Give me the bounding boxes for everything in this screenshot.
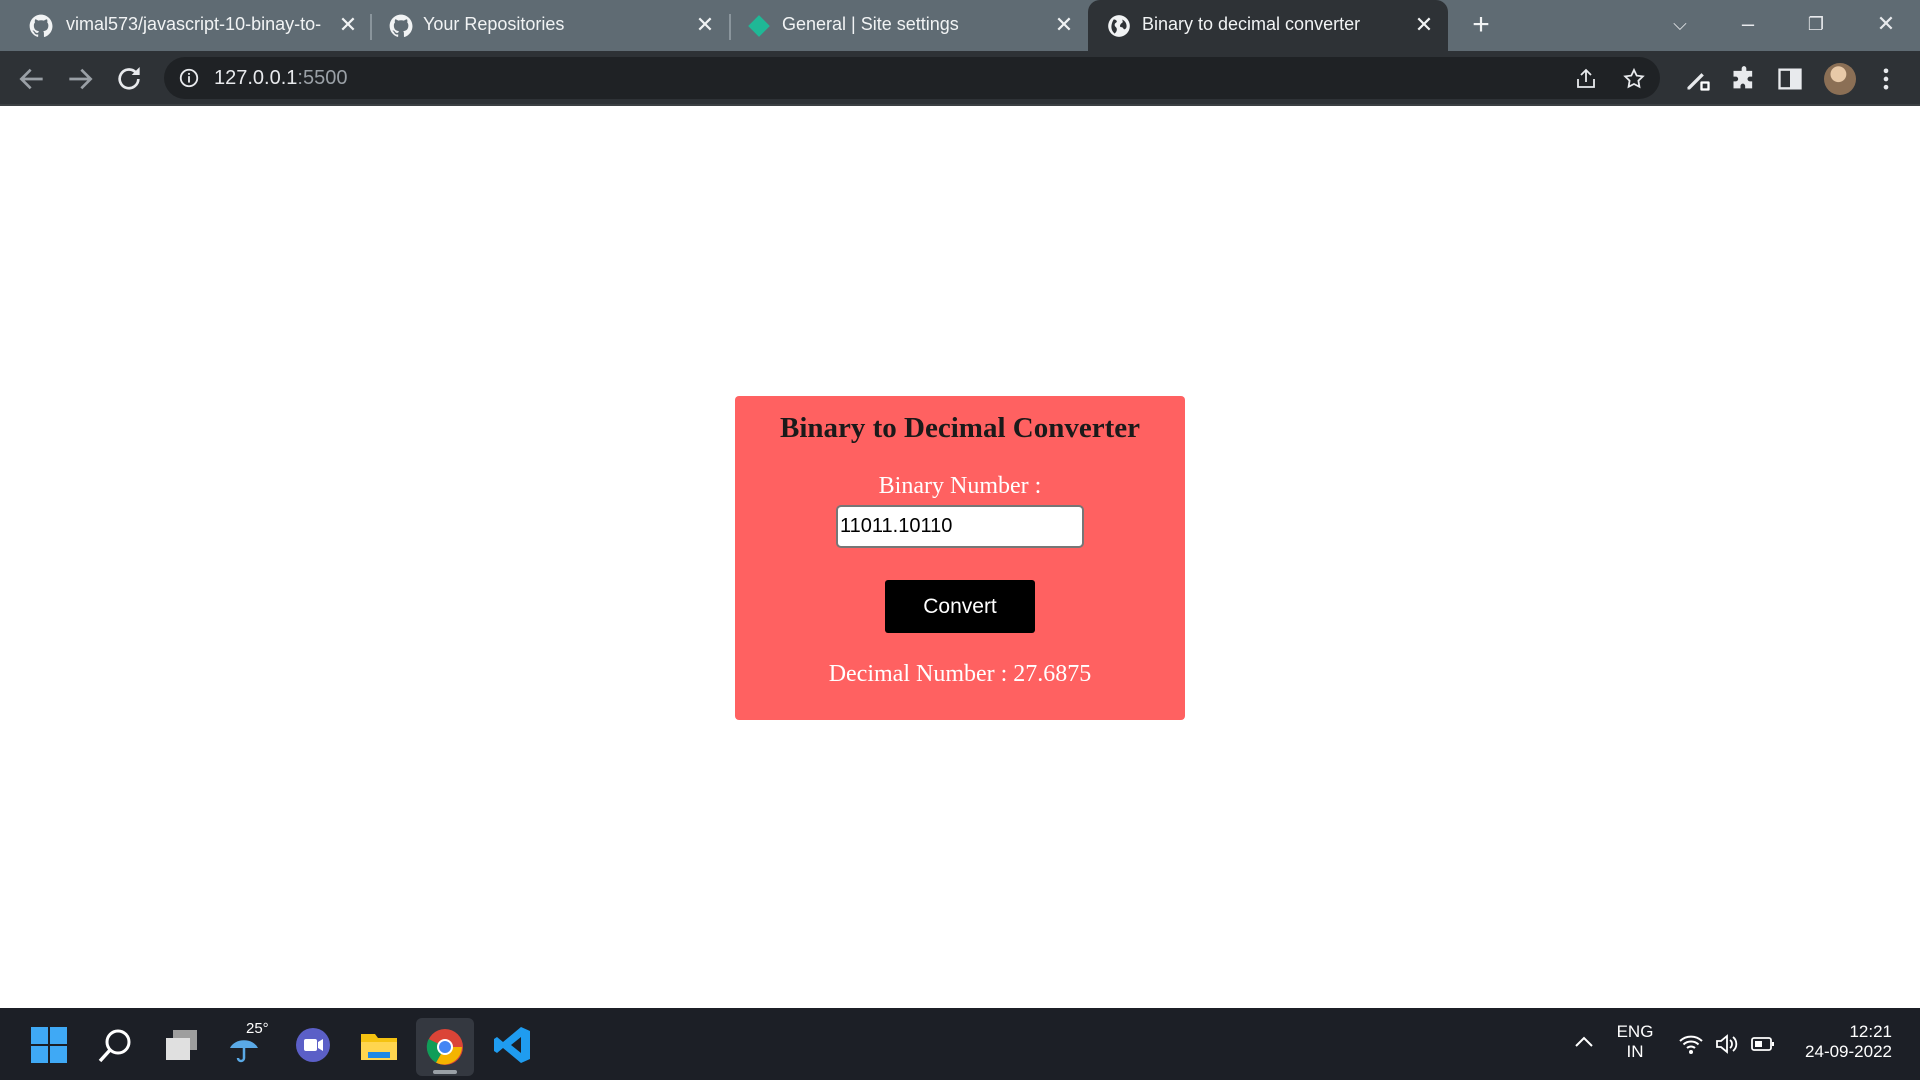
diamond-icon bbox=[748, 15, 770, 37]
chrome-icon bbox=[426, 1029, 463, 1065]
tab-your-repositories[interactable]: Your Repositories ✕ bbox=[360, 0, 720, 51]
restore-button[interactable]: ❐ bbox=[1798, 8, 1834, 40]
url-text[interactable]: 127.0.0.1:5500 bbox=[214, 67, 347, 90]
side-panel-icon[interactable] bbox=[1776, 65, 1804, 93]
info-icon[interactable] bbox=[178, 67, 200, 89]
back-button[interactable] bbox=[16, 63, 48, 95]
windows-start-icon[interactable] bbox=[28, 1024, 70, 1066]
browser-toolbar: 127.0.0.1:5500 bbox=[0, 51, 1920, 106]
task-view-icon[interactable] bbox=[161, 1024, 203, 1066]
convert-button[interactable]: Convert bbox=[885, 580, 1035, 633]
converter-title: Binary to Decimal Converter bbox=[780, 412, 1140, 444]
volume-icon[interactable] bbox=[1714, 1032, 1740, 1056]
binary-number-label: Binary Number : bbox=[878, 473, 1042, 499]
share-icon[interactable] bbox=[1574, 67, 1598, 91]
vscode-icon[interactable] bbox=[491, 1024, 533, 1066]
weather-temp: 25° bbox=[246, 1020, 269, 1037]
clock-time: 12:21 bbox=[1849, 1022, 1892, 1041]
tab-title: General | Site settings bbox=[782, 14, 959, 34]
tab-site-settings[interactable]: General | Site settings ✕ bbox=[720, 0, 1088, 51]
edit-pen-icon[interactable] bbox=[1684, 65, 1712, 93]
taskbar: 25° ENG IN 12:21 24-09-2022 bbox=[0, 1008, 1920, 1080]
clock-date: 24-09-2022 bbox=[1805, 1042, 1892, 1061]
chrome-taskbar-button[interactable] bbox=[416, 1018, 474, 1076]
minimize-button[interactable]: – bbox=[1730, 8, 1766, 40]
new-tab-button[interactable]: + bbox=[1466, 10, 1496, 40]
region-code: IN bbox=[1626, 1042, 1644, 1061]
tab-github-repo[interactable]: vimal573/javascript-10-binay-to- ✕ bbox=[0, 0, 360, 51]
tab-binary-converter[interactable]: Binary to decimal converter ✕ bbox=[1088, 0, 1448, 51]
more-menu-icon[interactable] bbox=[1876, 65, 1896, 93]
close-icon[interactable]: ✕ bbox=[336, 13, 360, 37]
binary-number-input[interactable] bbox=[836, 505, 1084, 548]
close-icon[interactable]: ✕ bbox=[1412, 13, 1436, 37]
tab-strip: vimal573/javascript-10-binay-to- ✕ Your … bbox=[0, 0, 1920, 51]
tab-search-chevron-icon[interactable]: ⌵ bbox=[1662, 8, 1698, 40]
reload-button[interactable] bbox=[113, 63, 145, 95]
language-indicator[interactable]: ENG IN bbox=[1610, 1022, 1660, 1062]
close-window-button[interactable]: ✕ bbox=[1868, 8, 1904, 40]
url-host: 127.0.0.1 bbox=[214, 67, 298, 89]
extensions-puzzle-icon[interactable] bbox=[1730, 65, 1758, 93]
teams-chat-icon[interactable] bbox=[292, 1024, 334, 1066]
tab-title: Binary to decimal converter bbox=[1142, 14, 1361, 34]
chevron-up-icon[interactable] bbox=[1572, 1030, 1596, 1054]
bookmark-star-icon[interactable] bbox=[1622, 67, 1646, 91]
forward-button[interactable] bbox=[64, 63, 96, 95]
avatar[interactable] bbox=[1824, 63, 1856, 95]
tab-title: vimal573/javascript-10-binay-to- bbox=[66, 14, 322, 34]
github-icon bbox=[389, 14, 413, 37]
address-bar[interactable]: 127.0.0.1:5500 bbox=[164, 57, 1660, 99]
github-icon bbox=[29, 14, 53, 37]
clock[interactable]: 12:21 24-09-2022 bbox=[1792, 1022, 1892, 1062]
language-code: ENG bbox=[1616, 1022, 1654, 1041]
search-icon[interactable] bbox=[95, 1024, 137, 1066]
wifi-icon[interactable] bbox=[1678, 1032, 1704, 1056]
decimal-result: Decimal Number : 27.6875 bbox=[828, 661, 1092, 687]
converter-card: Binary to Decimal Converter Binary Numbe… bbox=[735, 396, 1185, 720]
close-icon[interactable]: ✕ bbox=[1052, 13, 1076, 37]
tab-title: Your Repositories bbox=[423, 14, 565, 34]
active-indicator bbox=[433, 1070, 457, 1074]
globe-icon bbox=[1108, 15, 1130, 37]
url-port: :5500 bbox=[297, 67, 348, 89]
close-icon[interactable]: ✕ bbox=[693, 13, 717, 37]
battery-icon[interactable] bbox=[1750, 1032, 1776, 1056]
file-explorer-icon[interactable] bbox=[358, 1024, 400, 1066]
